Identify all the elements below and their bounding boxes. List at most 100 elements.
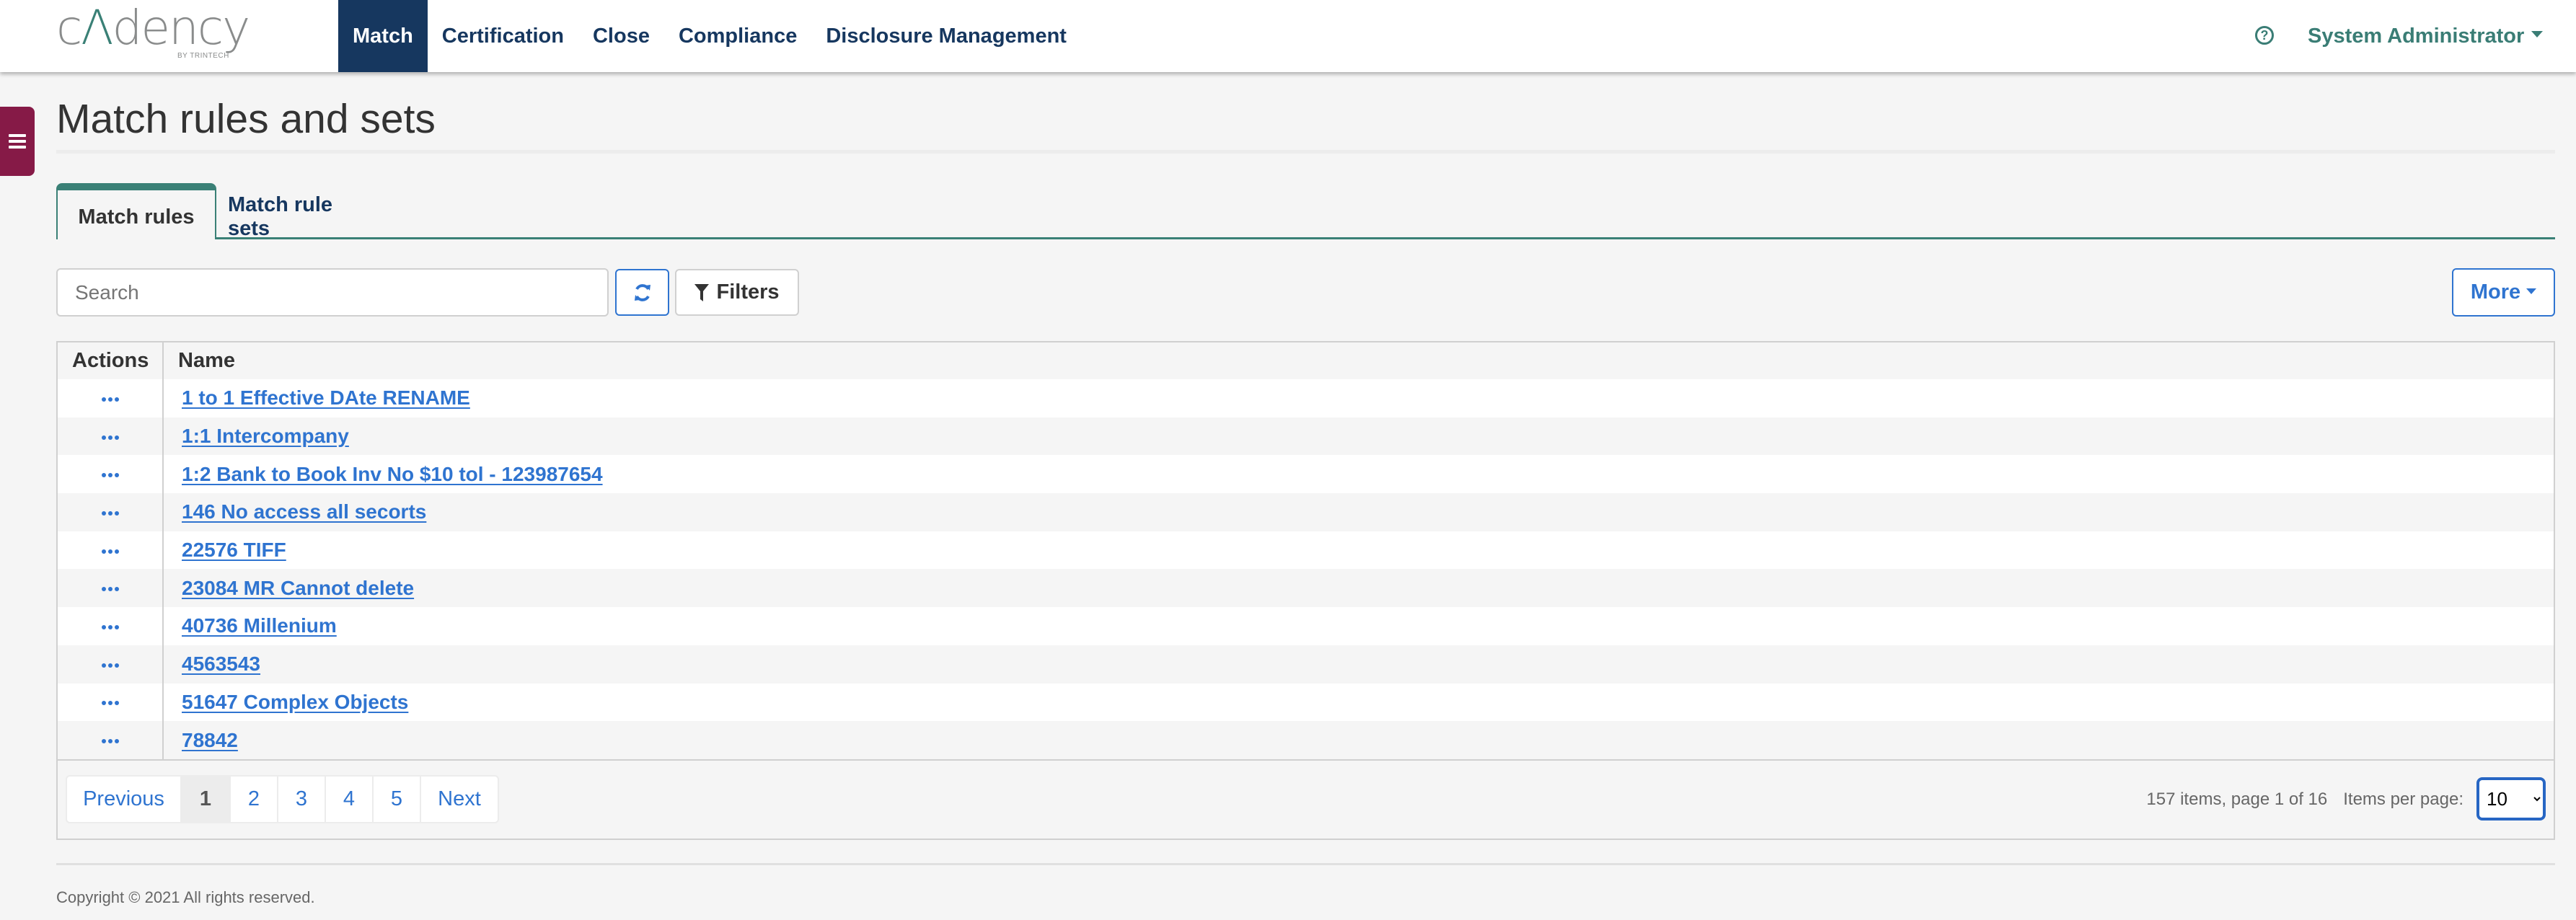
top-header: cΛdency BY TRINTECH Match Certification … [0,0,2576,72]
cadency-logo[interactable]: cΛdency BY TRINTECH [56,3,273,66]
refresh-button[interactable] [615,269,669,316]
logo-subtitle: BY TRINTECH [177,52,229,60]
pagination-page-3[interactable]: 3 [278,777,326,822]
pagination-summary: 157 items, page 1 of 16 [2146,789,2328,809]
pagination-previous[interactable]: Previous [67,777,182,822]
row-name-cell: 1:1 Intercompany [163,417,2554,456]
nav-disclosure-management[interactable]: Disclosure Management [811,0,1081,72]
user-menu[interactable]: System Administrator [2308,22,2544,50]
table-body: 1 to 1 Effective DAte RENAME 1:1 Intercom… [58,379,2554,759]
nav-compliance[interactable]: Compliance [664,0,811,72]
match-rule-link[interactable]: 1:2 Bank to Book Inv No $10 tol - 123987… [164,463,603,485]
ellipsis-icon[interactable] [101,739,119,744]
match-rule-link[interactable]: 1:1 Intercompany [164,425,349,447]
row-actions-cell [58,455,164,494]
ellipsis-icon[interactable] [101,549,119,554]
pagination-info: 157 items, page 1 of 16 Items per page: [2146,775,2463,823]
nav-match[interactable]: Match [338,0,428,72]
row-actions-cell [58,721,164,759]
filters-label: Filters [716,280,780,304]
pagination-page-4[interactable]: 4 [326,777,374,822]
logo-wordmark: cΛdency [56,0,250,56]
table-row: 146 No access all secorts [58,493,2554,531]
row-actions-cell [58,531,164,570]
row-name-cell: 1:2 Bank to Book Inv No $10 tol - 123987… [163,455,2554,494]
tab-match-rule-sets[interactable]: Match rule sets [228,183,376,240]
table-row: 4563543 [58,645,2554,684]
nav-certification[interactable]: Certification [428,0,578,72]
filters-button[interactable]: Filters [675,269,799,316]
match-rule-link[interactable]: 146 No access all secorts [164,500,426,523]
ellipsis-icon[interactable] [101,435,119,440]
row-name-cell: 22576 TIFF [163,531,2554,570]
tab-underline [216,237,2555,239]
caret-down-icon [2526,288,2537,294]
title-divider [56,150,2555,154]
ellipsis-icon[interactable] [101,473,119,478]
match-rule-link[interactable]: 22576 TIFF [164,539,286,561]
row-name-cell: 51647 Complex Objects [163,683,2554,722]
row-name-cell: 23084 MR Cannot delete [163,569,2554,608]
match-rules-grid: Actions Name 1 to 1 Effective DAte RENAM… [56,341,2555,840]
main-nav: Match Certification Close Compliance Dis… [338,0,1081,72]
pagination-next[interactable]: Next [421,777,498,822]
pagination-page-5[interactable]: 5 [374,777,421,822]
table-row: 51647 Complex Objects [58,683,2554,722]
more-label: More [2470,280,2521,304]
ellipsis-icon[interactable] [101,625,119,630]
refresh-icon [634,283,650,301]
table-row: 1 to 1 Effective DAte RENAME [58,379,2554,417]
user-menu-label: System Administrator [2308,24,2525,48]
row-actions-cell [58,645,164,684]
table-row: 78842 [58,721,2554,759]
row-actions-cell [58,569,164,608]
row-actions-cell [58,417,164,456]
tab-bar: Match rules Match rule sets [56,183,2555,240]
table-row: 1:1 Intercompany [58,417,2554,456]
tab-match-rules[interactable]: Match rules [56,183,216,239]
footer-divider [56,863,2555,865]
row-name-cell: 1 to 1 Effective DAte RENAME [163,379,2554,417]
table-header-row: Actions Name [58,342,2554,379]
pagination-page-2[interactable]: 2 [231,777,278,822]
row-name-cell: 4563543 [163,645,2554,684]
items-per-page-label: Items per page: [2343,789,2463,809]
match-rule-link[interactable]: 78842 [164,729,238,751]
hamburger-menu-icon [9,134,26,149]
nav-close[interactable]: Close [578,0,664,72]
table-row: 23084 MR Cannot delete [58,569,2554,608]
ellipsis-icon[interactable] [101,587,119,592]
match-rule-link[interactable]: 40736 Millenium [164,614,337,637]
pagination: Previous 1 2 3 4 5 Next [66,775,499,823]
table-row: 40736 Millenium [58,607,2554,645]
row-actions-cell [58,683,164,722]
more-button[interactable]: More [2452,268,2555,317]
ellipsis-icon[interactable] [101,511,119,516]
table-row: 1:2 Bank to Book Inv No $10 tol - 123987… [58,455,2554,494]
row-name-cell: 40736 Millenium [163,607,2554,645]
match-rules-table: Actions Name 1 to 1 Effective DAte RENAM… [58,342,2554,759]
question-circle-icon[interactable]: ? [2255,26,2274,45]
copyright-text: Copyright © 2021 All rights reserved. [56,888,315,906]
pagination-page-1[interactable]: 1 [182,777,231,822]
match-rule-link[interactable]: 51647 Complex Objects [164,691,408,713]
sidebar-toggle-button[interactable] [0,107,35,176]
match-rule-link[interactable]: 4563543 [164,653,260,675]
page-title: Match rules and sets [56,96,436,142]
column-header-actions[interactable]: Actions [58,342,164,379]
ellipsis-icon[interactable] [101,663,119,668]
row-actions-cell [58,379,164,417]
search-input[interactable] [56,268,609,317]
items-per-page-select[interactable]: 10 [2476,777,2546,821]
match-rule-link[interactable]: 1 to 1 Effective DAte RENAME [164,386,470,409]
filter-funnel-icon [694,283,710,301]
caret-down-icon [2531,30,2544,37]
row-name-cell: 146 No access all secorts [163,493,2554,531]
match-rule-link[interactable]: 23084 MR Cannot delete [164,577,414,599]
ellipsis-icon[interactable] [101,701,119,706]
ellipsis-icon[interactable] [101,397,119,402]
table-row: 22576 TIFF [58,531,2554,570]
column-header-name[interactable]: Name [163,342,2554,379]
grid-footer: Previous 1 2 3 4 5 Next 157 items, page … [58,759,2554,839]
row-actions-cell [58,493,164,531]
